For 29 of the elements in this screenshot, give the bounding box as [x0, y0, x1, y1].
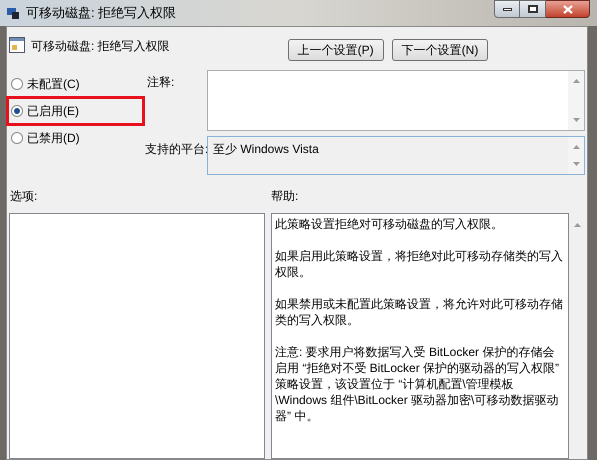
radio-option[interactable]: 已禁用(D) [9, 126, 145, 150]
up-arrow-icon[interactable] [572, 145, 580, 149]
help-paragraph: 此策略设置拒绝对可移动磁盘的写入权限。 [275, 216, 504, 232]
up-arrow-icon[interactable] [574, 223, 580, 227]
help-paragraph: 如果禁用或未配置此策略设置，将允许对此可移动存储类的写入权限。 [275, 296, 564, 328]
scrollbar[interactable] [568, 71, 584, 130]
minimize-button[interactable] [494, 0, 520, 18]
radio-option[interactable]: 已启用(E) [6, 96, 145, 126]
radio-option[interactable]: 未配置(C) [9, 72, 145, 96]
settings-page-icon [9, 37, 25, 53]
down-arrow-icon[interactable] [572, 162, 580, 166]
options-label: 选项: [9, 188, 38, 205]
scrollbar[interactable] [568, 137, 584, 174]
comment-field[interactable] [207, 70, 585, 131]
platform-label: 支持的平台: [145, 141, 207, 158]
down-arrow-icon[interactable] [572, 118, 580, 122]
comment-label: 注释: [146, 74, 176, 91]
close-button[interactable] [546, 0, 590, 18]
help-label: 帮助: [271, 188, 298, 205]
policy-title: 可移动磁盘: 拒绝写入权限 [31, 38, 170, 55]
help-paragraph: 注意: 要求用户将数据写入受 BitLocker 保护的存储会启用 “拒绝对不受 BitLocker 保护的驱动器的写入权限” 策略设置，该设置位于 “计算机配置\管理模板\Windows 组件\BitLocker 驱动器加密\可移动数据驱动器” 中。 [275, 344, 560, 424]
close-icon[interactable] [562, 4, 572, 14]
help-paragraph: 如果启用此策略设置，将拒绝对此可移动存储类的写入权限。 [275, 248, 564, 280]
up-arrow-icon[interactable] [572, 79, 580, 83]
nav-button[interactable]: 下一个设置(N) [392, 39, 488, 61]
platform-field: 至少 Windows Vista [207, 136, 585, 175]
window-title: 可移动磁盘: 拒绝写入权限 [26, 4, 176, 22]
maximize-button[interactable] [520, 0, 546, 18]
nav-button[interactable]: 上一个设置(P) [288, 39, 384, 61]
